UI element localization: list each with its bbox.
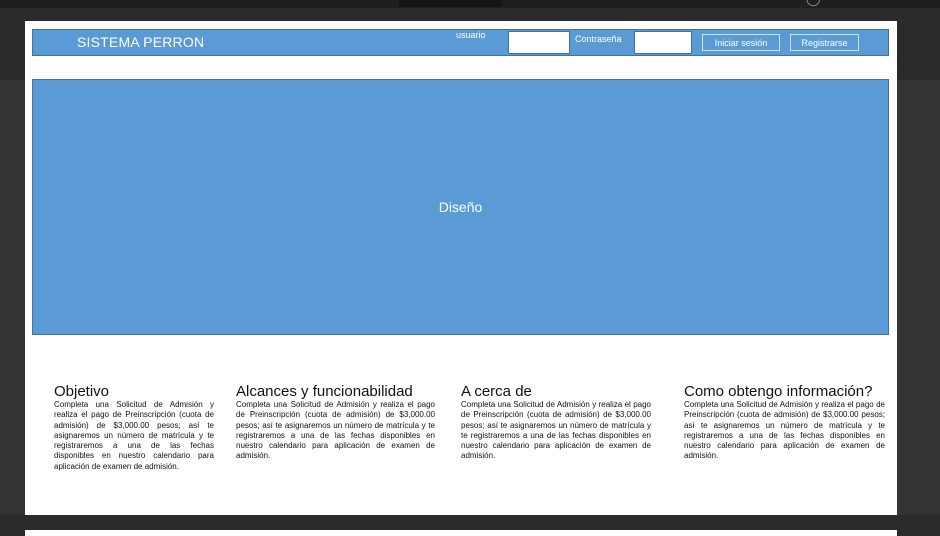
bottom-strip [0, 515, 940, 536]
column-title: Alcances y funcionabilidad [236, 383, 413, 400]
column-body: Completa una Solicitud de Admisión y rea… [54, 400, 214, 471]
hero-label: Diseño [438, 199, 483, 215]
column-body: Completa una Solicitud de Admisión y rea… [684, 400, 885, 461]
header-bar: SISTEMA PERRON usuario Contraseña Inicia… [32, 29, 889, 56]
login-button[interactable]: Iniciar sesión [702, 34, 780, 51]
mockup-page: SISTEMA PERRON usuario Contraseña Inicia… [25, 21, 897, 515]
usuario-field[interactable] [508, 31, 570, 54]
column-body: Completa una Solicitud de Admisión y rea… [461, 400, 651, 461]
column-title: Objetivo [54, 383, 110, 400]
password-field[interactable] [634, 31, 692, 54]
right-backdrop [897, 80, 940, 536]
top-strip-button[interactable] [399, 0, 502, 7]
column-alcances: Alcances y funcionabilidad Completa una … [236, 383, 435, 462]
left-backdrop [0, 80, 25, 536]
column-objetivo: Objetivo Completa una Solicitud de Admis… [54, 383, 214, 472]
usuario-label: usuario [456, 30, 486, 40]
column-informacion: Como obtengo información? Completa una S… [684, 383, 885, 462]
hero-banner: Diseño [32, 79, 889, 335]
corner-icon[interactable]: ◯ [806, 0, 821, 7]
column-body: Completa una Solicitud de Admisión y rea… [236, 400, 435, 461]
password-label: Contraseña [575, 34, 622, 44]
column-title: A cerca de [461, 383, 532, 400]
top-strip: ◯ [0, 0, 940, 8]
next-page-card [25, 530, 897, 536]
column-title: Como obtengo información? [684, 383, 873, 400]
brand-title[interactable]: SISTEMA PERRON [77, 34, 204, 50]
register-button[interactable]: Registrarse [790, 34, 859, 51]
column-a-cerca-de: A cerca de Completa una Solicitud de Adm… [461, 383, 651, 462]
